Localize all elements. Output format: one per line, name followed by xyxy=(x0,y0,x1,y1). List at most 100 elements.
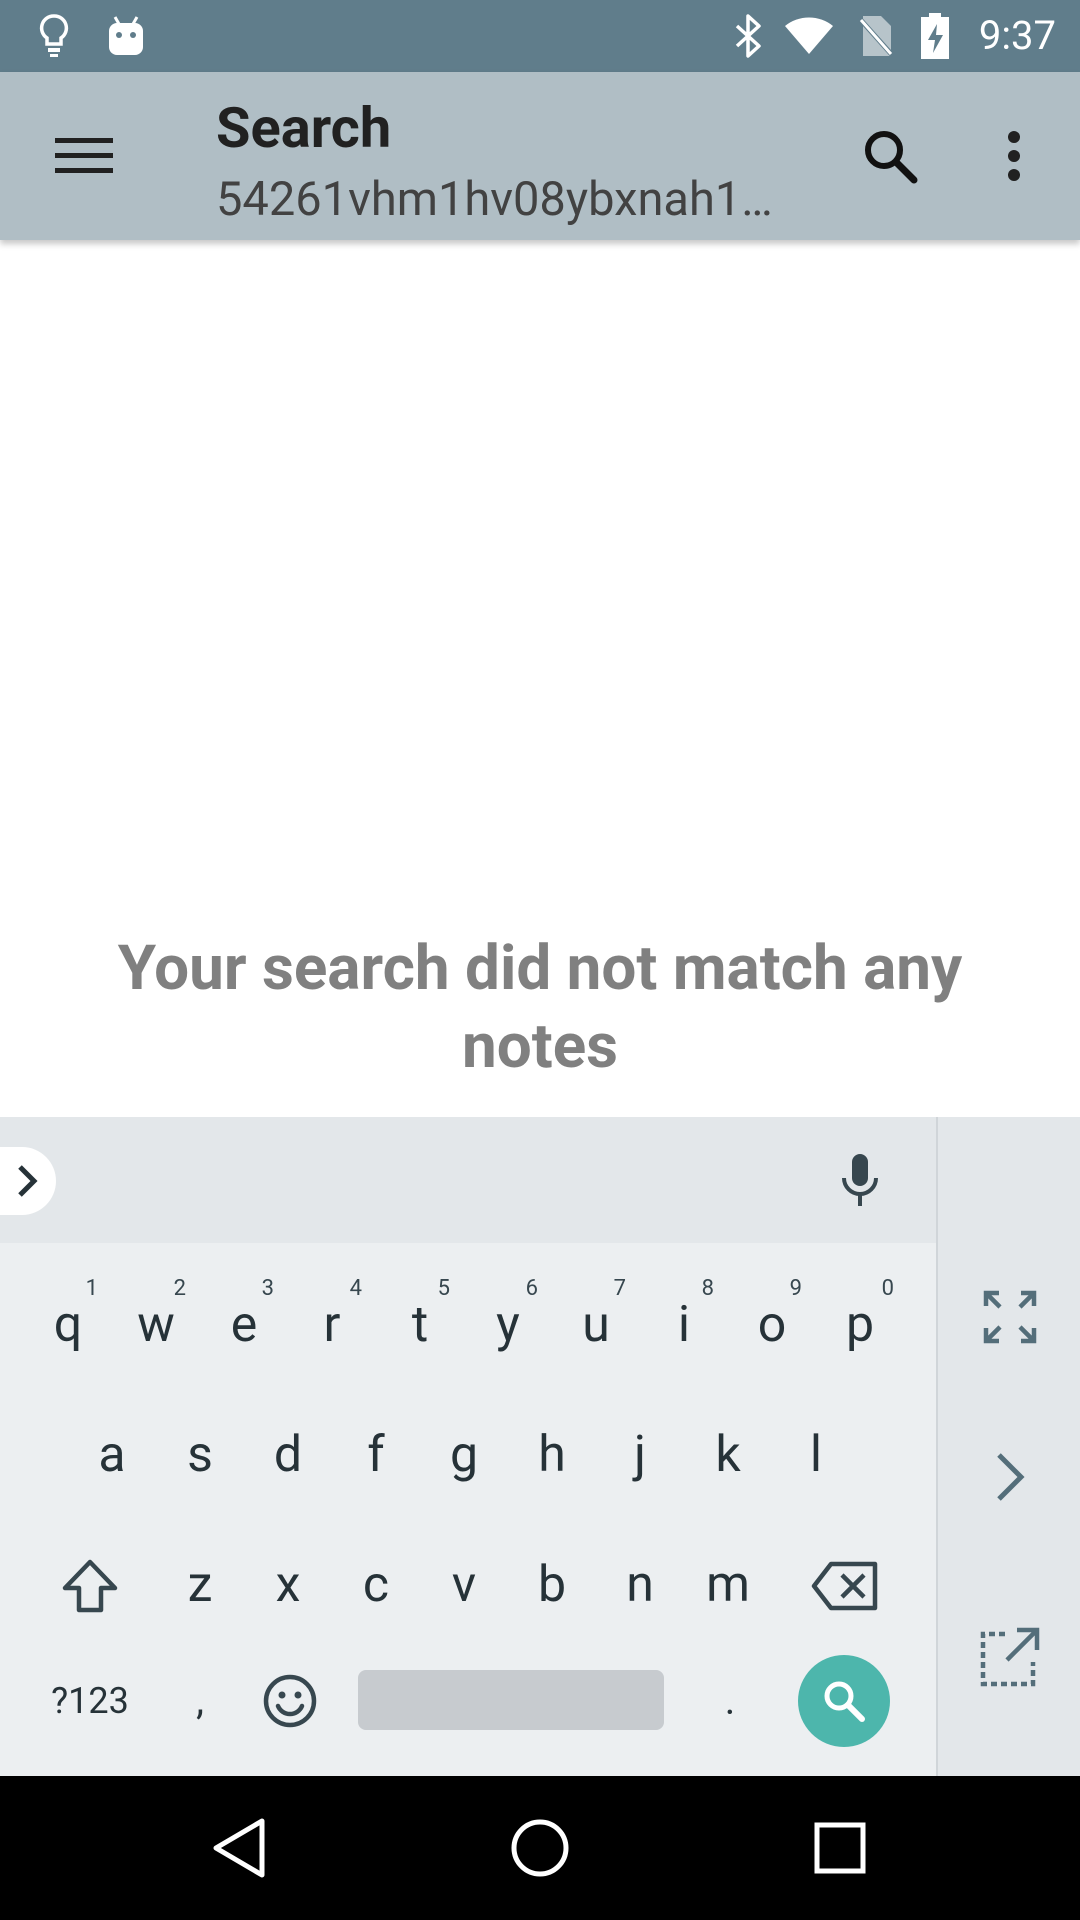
key-label: b xyxy=(537,1556,567,1614)
key-d[interactable]: d xyxy=(244,1410,332,1500)
key-label: r xyxy=(323,1296,341,1354)
search-action-key[interactable] xyxy=(798,1655,890,1747)
period-key[interactable]: . xyxy=(690,1655,770,1747)
key-h[interactable]: h xyxy=(508,1410,596,1500)
key-v[interactable]: v xyxy=(420,1540,508,1630)
microphone-icon[interactable] xyxy=(830,1147,890,1213)
key-label: a xyxy=(98,1426,126,1484)
key-label: u xyxy=(582,1296,610,1354)
key-i[interactable]: i8 xyxy=(640,1276,728,1370)
key-label: i xyxy=(677,1296,691,1354)
key-label: , xyxy=(196,1677,204,1724)
key-label: j xyxy=(634,1426,646,1484)
back-icon[interactable] xyxy=(180,1776,300,1920)
menu-icon[interactable] xyxy=(40,116,128,196)
battery-charging-icon xyxy=(918,0,952,72)
key-x[interactable]: x xyxy=(244,1540,332,1630)
key-label: w xyxy=(137,1296,175,1354)
key-w[interactable]: w2 xyxy=(112,1276,200,1370)
key-g[interactable]: g xyxy=(420,1410,508,1500)
key-label: . xyxy=(724,1677,736,1724)
key-hint: 0 xyxy=(881,1276,894,1301)
key-label: d xyxy=(273,1426,303,1484)
key-r[interactable]: r4 xyxy=(288,1276,376,1370)
key-label: l xyxy=(809,1426,823,1484)
open-in-new-icon[interactable] xyxy=(960,1607,1060,1707)
key-hint: 9 xyxy=(789,1276,802,1301)
backspace-icon xyxy=(811,1560,879,1612)
key-q[interactable]: q1 xyxy=(24,1276,112,1370)
key-label: e xyxy=(230,1296,258,1354)
key-t[interactable]: t5 xyxy=(376,1276,464,1370)
navigation-bar xyxy=(0,1776,1080,1920)
soft-keyboard: q1 w2 e3 r4 t5 y6 u7 i8 o9 p0 a s d f g … xyxy=(0,1117,1080,1776)
shift-key[interactable] xyxy=(44,1540,136,1632)
key-a[interactable]: a xyxy=(68,1410,156,1500)
key-e[interactable]: e3 xyxy=(200,1276,288,1370)
lightbulb-icon xyxy=(36,0,72,72)
key-u[interactable]: u7 xyxy=(552,1276,640,1370)
key-c[interactable]: c xyxy=(332,1540,420,1630)
search-icon[interactable] xyxy=(846,112,934,200)
suggestion-strip xyxy=(0,1117,936,1243)
page-title: Search xyxy=(216,95,392,161)
key-s[interactable]: s xyxy=(156,1410,244,1500)
android-icon xyxy=(106,0,146,72)
key-hint: 1 xyxy=(85,1276,98,1301)
home-icon[interactable] xyxy=(480,1776,600,1920)
bluetooth-icon xyxy=(730,0,766,72)
key-p[interactable]: p0 xyxy=(816,1276,904,1370)
key-o[interactable]: o9 xyxy=(728,1276,816,1370)
key-hint: 4 xyxy=(349,1276,362,1301)
more-vert-icon[interactable] xyxy=(980,112,1048,200)
key-label: o xyxy=(757,1296,787,1354)
key-label: q xyxy=(53,1296,83,1354)
key-label: v xyxy=(451,1556,477,1614)
key-label: n xyxy=(626,1556,654,1614)
key-n[interactable]: n xyxy=(596,1540,684,1630)
key-label: z xyxy=(187,1556,213,1614)
search-query-subtitle: 54261vhm1hv08ybxnah1… xyxy=(216,172,773,227)
expand-toolbar-button[interactable] xyxy=(0,1147,56,1215)
app-bar: Search 54261vhm1hv08ybxnah1… xyxy=(0,72,1080,240)
key-k[interactable]: k xyxy=(684,1410,772,1500)
key-label: y xyxy=(496,1296,520,1354)
chevron-right-icon[interactable] xyxy=(960,1427,1060,1527)
key-label: t xyxy=(411,1296,429,1354)
key-b[interactable]: b xyxy=(508,1540,596,1630)
status-bar: 9:37 xyxy=(0,0,1080,72)
key-m[interactable]: m xyxy=(684,1540,772,1630)
key-hint: 3 xyxy=(261,1276,274,1301)
key-l[interactable]: l xyxy=(772,1410,860,1500)
keyboard-side-panel xyxy=(936,1117,1080,1776)
key-f[interactable]: f xyxy=(332,1410,420,1500)
key-label: h xyxy=(538,1426,566,1484)
key-j[interactable]: j xyxy=(596,1410,684,1500)
search-icon xyxy=(821,1678,867,1724)
empty-search-message: Your search did not match any notes xyxy=(117,932,963,1083)
key-hint: 7 xyxy=(613,1276,626,1301)
key-hint: 2 xyxy=(173,1276,186,1301)
emoji-key[interactable] xyxy=(250,1655,330,1747)
space-bar[interactable] xyxy=(358,1670,664,1730)
no-sim-icon xyxy=(856,0,896,72)
key-label: s xyxy=(187,1426,213,1484)
key-y[interactable]: y6 xyxy=(464,1276,552,1370)
backspace-key[interactable] xyxy=(800,1540,890,1632)
key-label: g xyxy=(449,1426,479,1484)
fullscreen-icon[interactable] xyxy=(960,1267,1060,1367)
comma-key[interactable]: , xyxy=(160,1655,240,1747)
key-label: x xyxy=(275,1556,301,1614)
key-label: m xyxy=(706,1556,750,1614)
key-label: k xyxy=(715,1426,741,1484)
key-z[interactable]: z xyxy=(156,1540,244,1630)
shift-icon xyxy=(61,1558,119,1614)
emoji-icon xyxy=(262,1673,318,1729)
key-label: p xyxy=(845,1296,875,1354)
recents-icon[interactable] xyxy=(780,1776,900,1920)
key-label: ?123 xyxy=(51,1680,129,1722)
key-hint: 6 xyxy=(525,1276,538,1301)
key-label: f xyxy=(367,1426,385,1484)
symbols-key[interactable]: ?123 xyxy=(30,1655,150,1747)
chevron-right-icon xyxy=(15,1163,41,1199)
